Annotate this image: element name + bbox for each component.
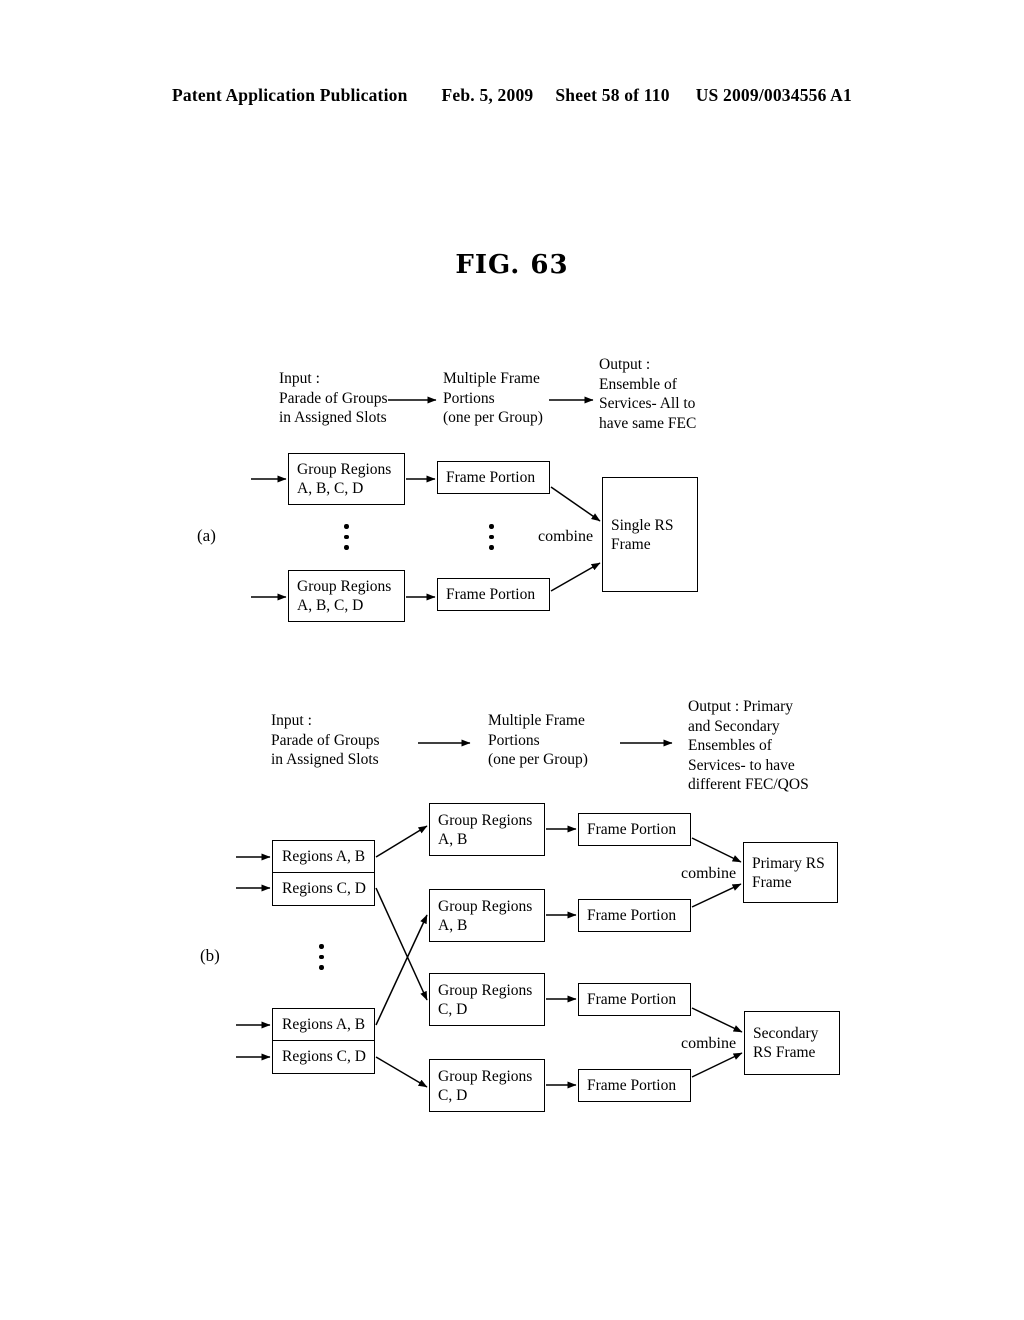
patent-figure-page: Patent Application Publication Feb. 5, 20… xyxy=(0,0,1024,1320)
link-a-fp1-rs xyxy=(550,486,601,522)
link-b-fp4-secondary xyxy=(691,1052,743,1078)
link-b-fp3-secondary xyxy=(691,1007,743,1033)
connector-arrows xyxy=(236,396,743,1089)
link-a-fp2-rs xyxy=(550,562,601,592)
link-b-fp2-primary xyxy=(691,883,742,908)
arrow-group xyxy=(236,396,743,1089)
link-b-r2ab-gr2 xyxy=(375,914,428,1026)
link-b-r1cd-gr3 xyxy=(375,887,428,1001)
link-b-r2cd-gr4 xyxy=(375,1056,428,1088)
link-b-r1ab-gr1 xyxy=(375,825,428,858)
link-b-fp1-primary xyxy=(691,837,742,863)
